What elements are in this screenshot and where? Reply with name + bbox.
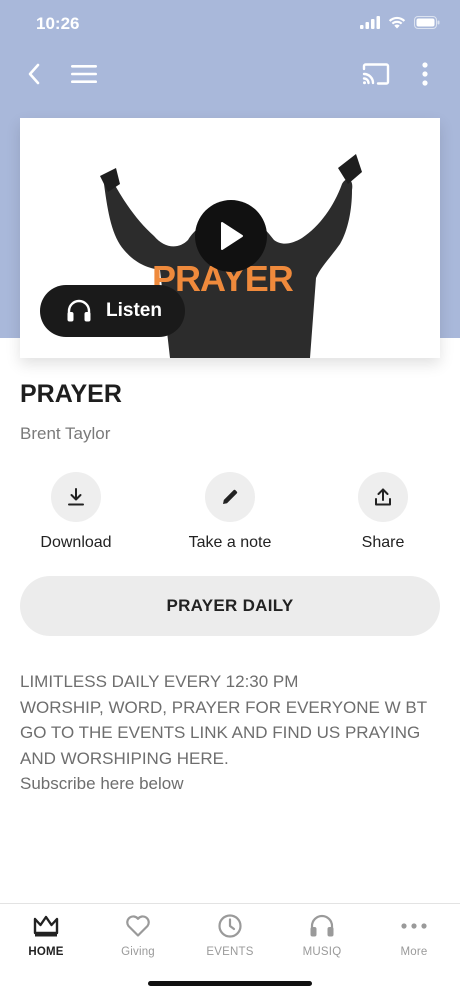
take-note-button[interactable]: Take a note (165, 472, 295, 552)
prayer-daily-button[interactable]: PRAYER DAILY (20, 576, 440, 636)
back-button[interactable] (20, 60, 48, 88)
navigation-bar (0, 50, 460, 98)
tab-home-label: HOME (28, 946, 64, 958)
take-note-circle (205, 472, 255, 522)
battery-icon (414, 16, 440, 29)
description-line: WORSHIP, WORD, PRAYER FOR EVERYONE W BT (20, 697, 428, 717)
tab-events[interactable]: EVENTS (184, 912, 276, 958)
description: LIMITLESS DAILY EVERY 12:30 PM WORSHIP, … (20, 669, 440, 797)
prayer-daily-label: PRAYER DAILY (166, 596, 294, 615)
hamburger-icon (71, 65, 97, 83)
chevron-left-icon (28, 63, 40, 85)
tab-events-label: EVENTS (206, 946, 254, 958)
tab-more-label: More (400, 946, 428, 958)
download-circle (51, 472, 101, 522)
description-line: AND WORSHIPING HERE. (20, 748, 229, 768)
crown-icon (33, 915, 59, 937)
listen-label: Listen (106, 300, 162, 321)
download-label: Download (40, 534, 112, 551)
overflow-menu-button[interactable] (412, 60, 438, 88)
share-circle (358, 472, 408, 522)
share-button[interactable]: Share (318, 472, 448, 552)
description-line: GO TO THE EVENTS LINK AND FIND US PRAYIN… (20, 723, 421, 742)
clock-icon (218, 914, 242, 938)
pencil-icon (223, 489, 238, 504)
headphones-icon (310, 914, 334, 937)
home-indicator (148, 981, 312, 986)
listen-button[interactable]: Listen (40, 285, 185, 337)
wifi-icon (388, 16, 406, 29)
media-card: PRAYER Listen (20, 118, 440, 358)
tab-more[interactable]: More (368, 912, 460, 958)
signal-icon (360, 16, 380, 29)
page-title: PRAYER (20, 380, 122, 408)
description-line: Subscribe here below (20, 774, 184, 793)
share-label: Share (361, 534, 405, 551)
status-time: 10:26 (36, 14, 80, 33)
download-button[interactable]: Download (11, 472, 141, 552)
cast-button[interactable] (360, 60, 392, 88)
heart-icon (126, 915, 150, 937)
more-vertical-icon (422, 62, 428, 86)
tab-musiq[interactable]: MUSIQ (276, 912, 368, 958)
status-bar: 10:26 (0, 0, 460, 50)
tab-giving[interactable]: Giving (92, 912, 184, 958)
more-icon (401, 923, 427, 929)
take-note-label: Take a note (188, 534, 272, 551)
cast-icon (362, 63, 390, 85)
menu-button[interactable] (68, 60, 100, 88)
status-icons (360, 16, 440, 29)
tab-musiq-label: MUSIQ (302, 946, 342, 958)
headphones-icon (67, 299, 91, 322)
author-name: Brent Taylor (20, 424, 111, 443)
tab-home[interactable]: HOME (0, 912, 92, 958)
download-icon (68, 488, 84, 506)
share-icon (375, 488, 391, 506)
play-button[interactable] (195, 200, 267, 272)
description-line: LIMITLESS DAILY EVERY 12:30 PM (20, 672, 299, 691)
tab-giving-label: Giving (121, 946, 155, 958)
play-icon (221, 222, 243, 250)
